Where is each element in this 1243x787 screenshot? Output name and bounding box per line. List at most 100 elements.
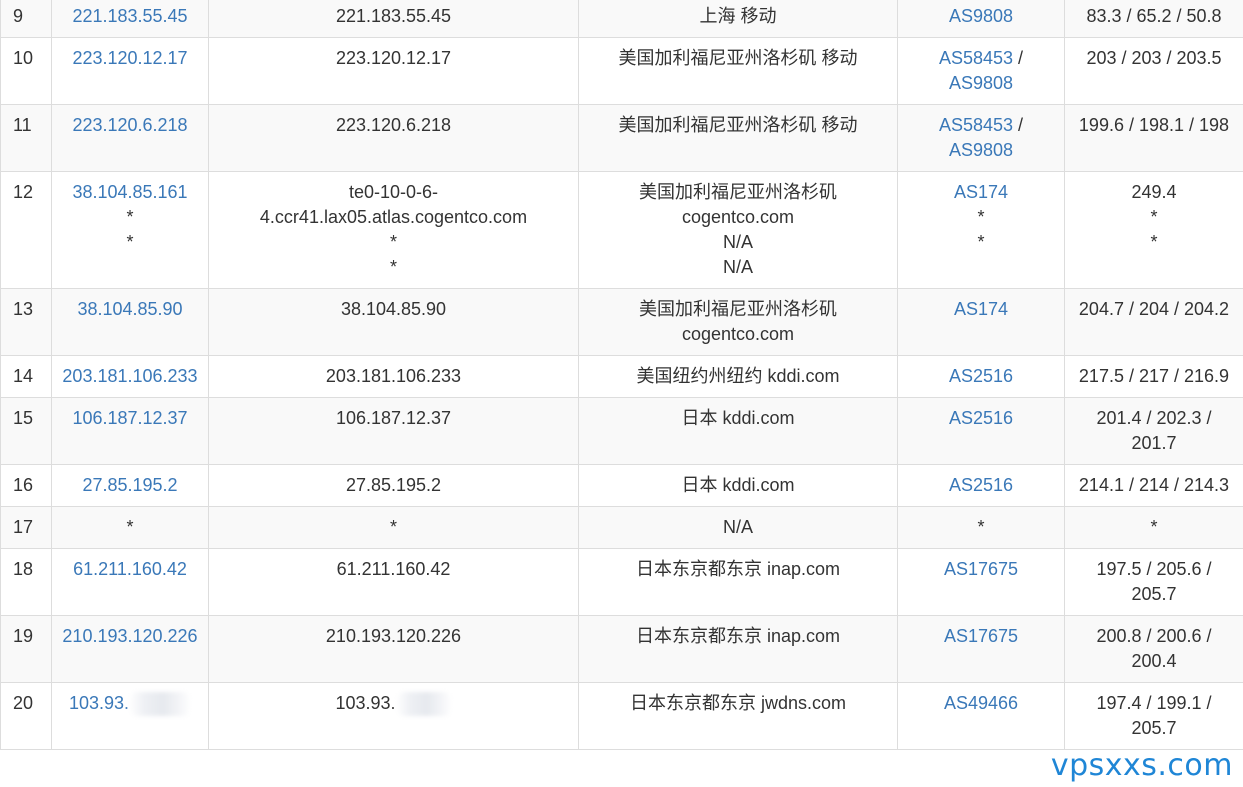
ip-value: 106.187.12.37 [72, 408, 188, 428]
location-value: 日本东京都东京 jwdns.com [629, 693, 847, 713]
ip-value: 223.120.6.218 [72, 115, 188, 135]
location-cell: 美国加利福尼亚州洛杉矶 移动 [578, 37, 898, 105]
ip-link[interactable]: 210.193.120.226 [56, 624, 204, 649]
latency-text: 205.7 [1069, 582, 1239, 607]
hop-row: 9 221.183.55.45 221.183.55.45 上海 移动 AS9808 83… [0, 0, 1243, 38]
hostname-value: 203.181.106.233 [325, 366, 462, 386]
location-text: 日本东京都东京 inap.com [583, 557, 893, 582]
asn-link[interactable]: AS174 [902, 297, 1060, 322]
ip-link[interactable]: 203.181.106.233 [56, 364, 204, 389]
latency-value: 201.7 [1131, 433, 1177, 453]
location-value: 美国加利福尼亚州洛杉矶 移动 [618, 115, 858, 135]
location-text: N/A [583, 515, 893, 540]
ip-value: * [126, 207, 134, 227]
hostname-text: 203.181.106.233 [213, 364, 574, 389]
hostname-value: 221.183.55.45 [335, 6, 452, 26]
ip-cell: 210.193.120.226 [51, 615, 209, 683]
location-text: 美国加利福尼亚州洛杉矶 [583, 180, 893, 205]
asn-link[interactable]: AS2516 [902, 406, 1060, 431]
hostname-text: * [213, 230, 574, 255]
location-cell: 上海 移动 [578, 0, 898, 38]
asn-link[interactable]: AS9808 [902, 4, 1060, 29]
location-value: N/A [722, 517, 753, 537]
hostname-cell: 61.211.160.42 [208, 548, 579, 616]
asn-cell: AS17675 [897, 615, 1065, 683]
latency-text: 199.6 / 198.1 / 198 [1069, 113, 1239, 138]
hostname-value: 210.193.120.226 [325, 626, 462, 646]
latency-text: 197.4 / 199.1 / [1069, 691, 1239, 716]
latency-text: 204.7 / 204 / 204.2 [1069, 297, 1239, 322]
location-cell: 日本东京都东京 inap.com [578, 615, 898, 683]
ip-cell: 61.211.160.42 [51, 548, 209, 616]
hostname-cell: 210.193.120.226 [208, 615, 579, 683]
latency-cell: 204.7 / 204 / 204.2 [1064, 288, 1243, 356]
ip-link[interactable]: 38.104.85.161 [56, 180, 204, 205]
hostname-text: * [213, 255, 574, 280]
hostname-text: te0-10-0-6- [213, 180, 574, 205]
location-cell: 日本 kddi.com [578, 464, 898, 507]
asn-value: AS58453 [938, 48, 1014, 68]
hostname-cell: 38.104.85.90 [208, 288, 579, 356]
ip-cell: 106.187.12.37 [51, 397, 209, 465]
ip-link[interactable]: 106.187.12.37 [56, 406, 204, 431]
ip-link[interactable]: 61.211.160.42 [56, 557, 204, 582]
ip-value: * [126, 517, 134, 537]
asn-cell: AS2516 [897, 355, 1065, 398]
ip-link[interactable]: 103.93. [56, 691, 204, 717]
hop-number: 15 [0, 397, 52, 465]
ip-cell: 103.93. [51, 682, 209, 750]
location-text: 日本 kddi.com [583, 473, 893, 498]
location-value: 日本 kddi.com [681, 408, 795, 428]
ip-value: * [126, 232, 134, 252]
ip-value: 223.120.12.17 [72, 48, 188, 68]
asn-link[interactable]: AS2516 [902, 364, 1060, 389]
ip-value: 61.211.160.42 [73, 559, 187, 579]
asn-value: AS2516 [948, 475, 1014, 495]
asn-link[interactable]: AS17675 [902, 624, 1060, 649]
hostname-value: 38.104.85.90 [340, 299, 447, 319]
ip-cell: 203.181.106.233 [51, 355, 209, 398]
location-text: 美国加利福尼亚州洛杉矶 移动 [583, 113, 893, 138]
hop-number: 17 [0, 506, 52, 549]
ip-link[interactable]: 223.120.6.218 [56, 113, 204, 138]
hostname-value: 106.187.12.37 [335, 408, 452, 428]
ip-link[interactable]: 27.85.195.2 [56, 473, 204, 498]
hop-number: 16 [0, 464, 52, 507]
ip-link[interactable]: 38.104.85.90 [56, 297, 204, 322]
asn-link[interactable]: AS9808 [902, 138, 1060, 163]
asn-link[interactable]: AS174 [902, 180, 1060, 205]
asn-link[interactable]: AS17675 [902, 557, 1060, 582]
location-value: N/A [722, 232, 753, 252]
asn-link[interactable]: AS9808 [902, 71, 1060, 96]
asn-link[interactable]: AS2516 [902, 473, 1060, 498]
latency-text: 83.3 / 65.2 / 50.8 [1069, 4, 1239, 29]
ip-link[interactable]: 223.120.12.17 [56, 46, 204, 71]
location-value: 美国加利福尼亚州洛杉矶 [639, 299, 837, 319]
hop-row: 14 203.181.106.233 203.181.106.233 美国纽约州纽约 … [0, 355, 1243, 398]
latency-text: 249.4 [1069, 180, 1239, 205]
asn-value: AS174 [953, 299, 1009, 319]
latency-cell: 197.5 / 205.6 / 205.7 [1064, 548, 1243, 616]
hop-number: 14 [0, 355, 52, 398]
hostname-cell: 203.181.106.233 [208, 355, 579, 398]
hostname-value: * [389, 232, 397, 252]
asn-cell: AS58453 /AS9808 [897, 37, 1065, 105]
hostname-cell: 103.93. [208, 682, 579, 750]
hop-row: 19 210.193.120.226 210.193.120.226 日本东京都东京 … [0, 615, 1243, 683]
ip-value: 38.104.85.90 [77, 299, 183, 319]
hop-number: 12 [0, 171, 52, 289]
location-value: 美国加利福尼亚州洛杉矶 移动 [618, 48, 858, 68]
asn-link[interactable]: AS58453 / [902, 113, 1060, 138]
hop-row: 16 27.85.195.2 27.85.195.2 日本 kddi.com AS251… [0, 464, 1243, 507]
hop-row: 17 * * N/A * * [0, 506, 1243, 549]
asn-value: AS9808 [948, 140, 1014, 160]
hop-row: 11 223.120.6.218 223.120.6.218 美国加利福尼亚州洛杉矶 … [0, 104, 1243, 172]
hostname-text: 223.120.6.218 [213, 113, 574, 138]
hostname-cell: 106.187.12.37 [208, 397, 579, 465]
location-value: 上海 移动 [699, 6, 777, 26]
ip-link[interactable]: 221.183.55.45 [56, 4, 204, 29]
asn-value: AS58453 [938, 115, 1014, 135]
hop-row: 20 103.93. 103.93. 日本东京都东京 jwdns.com AS49466… [0, 682, 1243, 750]
asn-link[interactable]: AS49466 [902, 691, 1060, 716]
asn-link[interactable]: AS58453 / [902, 46, 1060, 71]
